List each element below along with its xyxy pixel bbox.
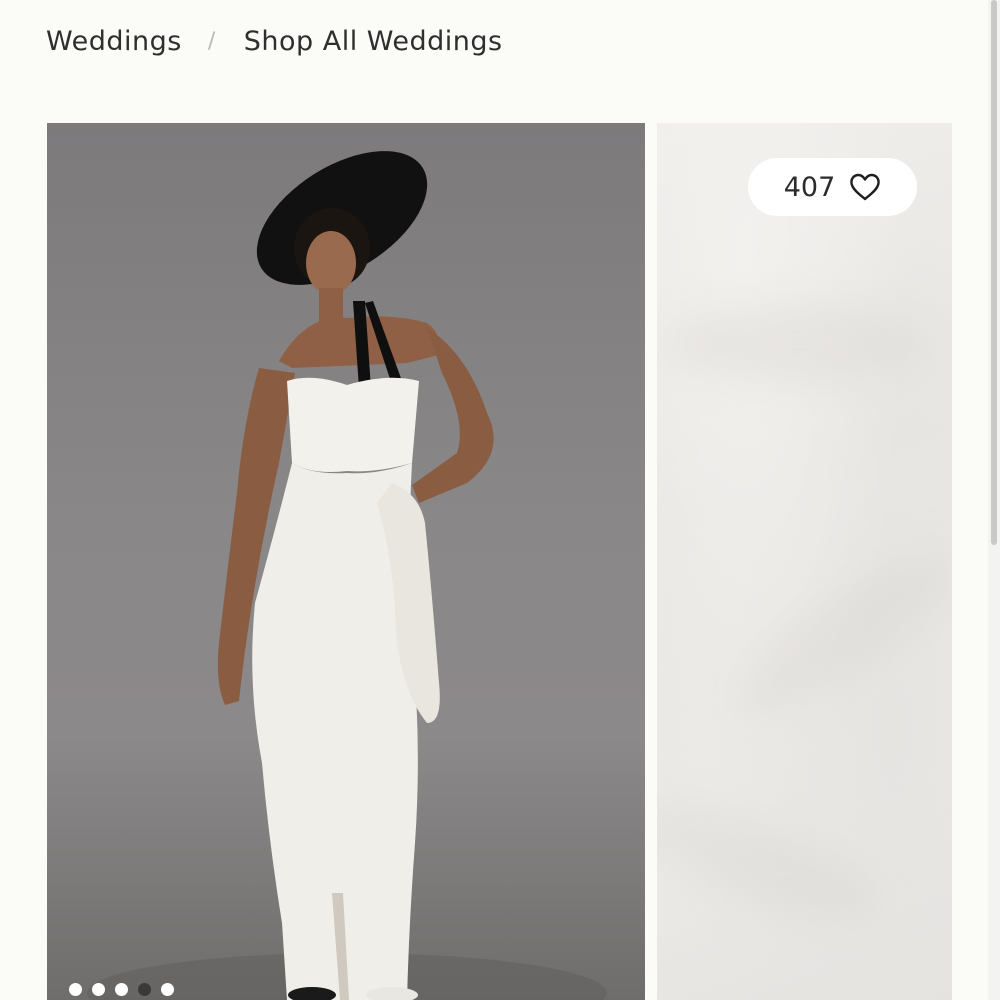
- fabric-fold: [717, 525, 952, 741]
- model-illustration: [87, 151, 607, 1000]
- carousel-dots: [69, 983, 174, 996]
- main-product-image[interactable]: [47, 123, 645, 1000]
- breadcrumb-link-weddings[interactable]: Weddings: [46, 26, 182, 57]
- fabric-fold: [657, 780, 893, 946]
- carousel-dot[interactable]: [115, 983, 128, 996]
- like-count: 407: [783, 171, 836, 203]
- scrollbar-thumb[interactable]: [991, 0, 997, 545]
- product-page: Weddings / Shop All Weddings 407: [0, 0, 1000, 1000]
- carousel-dot[interactable]: [92, 983, 105, 996]
- fabric-detail-image[interactable]: 407: [657, 123, 952, 1000]
- page-scrollbar[interactable]: [988, 0, 1000, 1000]
- fabric-fold: [667, 303, 927, 383]
- heart-icon: [850, 173, 880, 201]
- breadcrumb-separator: /: [207, 29, 216, 54]
- like-button[interactable]: 407: [748, 158, 917, 216]
- carousel-dot[interactable]: [69, 983, 82, 996]
- carousel-dot[interactable]: [161, 983, 174, 996]
- carousel-dot-active[interactable]: [138, 983, 151, 996]
- breadcrumb: Weddings / Shop All Weddings: [46, 26, 503, 57]
- breadcrumb-link-shop-all-weddings[interactable]: Shop All Weddings: [244, 26, 503, 57]
